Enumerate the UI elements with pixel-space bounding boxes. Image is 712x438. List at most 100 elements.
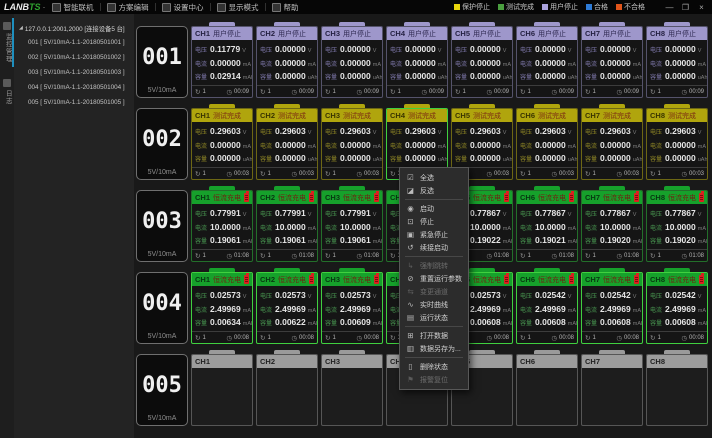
channel-001-ch6[interactable]: CH6用户停止电压0.00000V电流0.00000mA容量0.00000uAh…: [516, 22, 578, 98]
channel-003-ch1[interactable]: CH1恒流充电电压0.77991V电流10.0000mA容量0.19061mAh…: [191, 186, 253, 262]
menu-plan-editor[interactable]: 方案编辑: [107, 2, 149, 13]
capacity-value: 0.00000: [600, 153, 631, 163]
tree-item-001[interactable]: 001 [ 5V/10mA-1.1-20180501001 ]: [14, 35, 134, 50]
current-unit: mA: [243, 62, 251, 68]
channel-001-ch3[interactable]: CH3用户停止电压0.00000V电流0.00000mA容量0.00000uAh…: [321, 22, 383, 98]
tree-root-node[interactable]: ◢ 127.0.0.1:2001,2000 [连接设备5 台]: [14, 21, 134, 35]
channel-card: CH3用户停止电压0.00000V电流0.00000mA容量0.00000uAh…: [321, 26, 383, 98]
menu-item-select-all[interactable]: ☑全选: [400, 171, 468, 184]
channel-004-ch3[interactable]: CH3恒流充电电压0.02573V电流2.49969mA容量0.00609mAh…: [321, 268, 383, 344]
restore-button[interactable]: ❐: [679, 2, 692, 13]
capacity-value: 0.19061: [340, 235, 371, 245]
channel-header: CH1恒流充电: [192, 273, 252, 286]
channel-002-ch7[interactable]: CH7测试完成电压0.29603V电流0.00000mA容量0.00000uAh…: [581, 104, 643, 180]
menu-item-open-data[interactable]: ⊞打开数据: [400, 329, 468, 342]
capacity-unit: uAh: [438, 75, 448, 81]
channel-003-ch2[interactable]: CH2恒流充电电压0.77991V电流10.0000mA容量0.19061mAh…: [256, 186, 318, 262]
elapsed-time: 00:09: [429, 89, 444, 95]
channel-header: CH8用户停止: [647, 27, 707, 40]
voltage-value: 0.00000: [665, 44, 696, 54]
channel-002-ch8[interactable]: CH8测试完成电压0.29603V电流0.00000mA容量0.00000uAh…: [646, 104, 708, 180]
channel-001-ch4[interactable]: CH4用户停止电压0.00000V电流0.00000mA容量0.00000uAh…: [386, 22, 448, 98]
channel-002-ch2[interactable]: CH2测试完成电压0.29603V电流0.00000mA容量0.00000uAh…: [256, 104, 318, 180]
device-display-003[interactable]: 0035V/10mA: [136, 190, 188, 262]
menu-display-mode[interactable]: 显示模式: [217, 2, 259, 13]
menu-settings-center[interactable]: 设置中心: [162, 2, 204, 13]
device-display-002[interactable]: 0025V/10mA: [136, 108, 188, 180]
channel-003-ch8[interactable]: CH8恒流充电电压0.77867V电流10.0000mA容量0.19020mAh…: [646, 186, 708, 262]
channel-002-ch1[interactable]: CH1测试完成电压0.29603V电流0.00000mA容量0.00000uAh…: [191, 104, 253, 180]
channel-001-ch2[interactable]: CH2用户停止电压0.00000V电流0.00000mA容量0.00000uAh…: [256, 22, 318, 98]
channel-005-ch8[interactable]: CH8: [646, 350, 708, 426]
channel-003-ch3[interactable]: CH3恒流充电电压0.77991V电流10.0000mA容量0.19061mAh…: [321, 186, 383, 262]
voltage-unit: V: [633, 130, 637, 136]
menu-item-save-data-as[interactable]: ▥数据另存为...: [400, 342, 468, 355]
device-display-004[interactable]: 0045V/10mA: [136, 272, 188, 344]
channel-005-ch2[interactable]: CH2: [256, 350, 318, 426]
channel-005-ch3[interactable]: CH3: [321, 350, 383, 426]
menu-item-run-status[interactable]: ▤运行状态: [400, 311, 468, 324]
channel-values: 电压0.11779V电流0.00000mA容量0.02914mAh: [192, 40, 252, 85]
channel-004-ch7[interactable]: CH7恒流充电电压0.02542V电流2.49969mA容量0.00608mAh…: [581, 268, 643, 344]
menu-item-realtime-curve[interactable]: ∿实时曲线: [400, 298, 468, 311]
channel-004-ch2[interactable]: CH2恒流充电电压0.02573V电流2.49969mA容量0.00622mAh…: [256, 268, 318, 344]
menu-smart-connect[interactable]: 智能联机: [52, 2, 94, 13]
channel-005-ch1[interactable]: CH1: [191, 350, 253, 426]
clock-icon: ◷: [681, 170, 687, 178]
channel-002-ch3[interactable]: CH3测试完成电压0.29603V电流0.00000mA容量0.00000uAh…: [321, 104, 383, 180]
minimize-button[interactable]: —: [663, 2, 676, 13]
capacity-unit: uAh: [373, 157, 383, 163]
channel-001-ch5[interactable]: CH5用户停止电压0.00000V电流0.00000mA容量0.00000uAh…: [451, 22, 513, 98]
current-unit: mA: [568, 144, 576, 150]
tab-monitor[interactable]: 监控管理: [3, 20, 11, 65]
channel-003-ch7[interactable]: CH7恒流充电电压0.77867V电流10.0000mA容量0.19020mAh…: [581, 186, 643, 262]
device-display-005[interactable]: 0055V/10mA: [136, 354, 188, 426]
menu-item-reset-run-params[interactable]: ⊘重置运行参数: [400, 272, 468, 285]
current-row: 电流0.00000mA: [260, 58, 314, 68]
capacity-value: 0.00000: [535, 71, 566, 81]
tree-item-005[interactable]: 005 [ 5V/10mA-1.1-20180501005 ]: [14, 95, 134, 110]
menu-item-emergency-stop[interactable]: ▣紧急停止: [400, 228, 468, 241]
menu-item-start[interactable]: ◉启动: [400, 202, 468, 215]
capacity-label: 容量: [195, 236, 208, 245]
current-value: 0.00000: [210, 140, 241, 150]
channel-values: 电压0.02542V电流2.49969mA容量0.00608mAh: [517, 286, 577, 331]
capacity-value: 0.00608: [535, 317, 566, 327]
tab-log[interactable]: 日志: [3, 77, 11, 107]
elapsed-time: 00:09: [624, 89, 639, 95]
menu-item-invert-select[interactable]: ◪反选: [400, 184, 468, 197]
channel-005-ch6[interactable]: CH6: [516, 350, 578, 426]
menu-item-delete-status[interactable]: ▯删除状态: [400, 360, 468, 373]
fail-swatch: [616, 4, 622, 10]
current-row: 电流0.00000mA: [650, 140, 704, 150]
current-unit: mA: [243, 226, 251, 232]
tree-item-002[interactable]: 002 [ 5V/10mA-1.1-20180501002 ]: [14, 50, 134, 65]
channel-004-ch1[interactable]: CH1恒流充电电压0.02573V电流2.49969mA容量0.00634mAh…: [191, 268, 253, 344]
tree-item-003[interactable]: 003 [ 5V/10mA-1.1-20180501003 ]: [14, 65, 134, 80]
channel-card: CH2测试完成电压0.29603V电流0.00000mA容量0.00000uAh…: [256, 108, 318, 180]
channel-004-ch6[interactable]: CH6恒流充电电压0.02542V电流2.49969mA容量0.00608mAh…: [516, 268, 578, 344]
device-display-001[interactable]: 0015V/10mA: [136, 26, 188, 98]
channel-002-ch6[interactable]: CH6测试完成电压0.29603V电流0.00000mA容量0.00000uAh…: [516, 104, 578, 180]
tree-item-004[interactable]: 004 [ 5V/10mA-1.1-20180501004 ]: [14, 80, 134, 95]
menu-help[interactable]: 帮助: [272, 2, 299, 13]
voltage-value: 0.00000: [340, 44, 371, 54]
channel-values: 电压0.02542V电流2.49969mA容量0.00608mAh: [647, 286, 707, 331]
menu-item-change-channel: ⇆变更通道: [400, 285, 468, 298]
capacity-value: 0.00634: [210, 317, 241, 327]
channel-001-ch1[interactable]: CH1用户停止电压0.11779V电流0.00000mA容量0.02914mAh…: [191, 22, 253, 98]
close-button[interactable]: ×: [695, 2, 708, 13]
channel-001-ch8[interactable]: CH8用户停止电压0.00000V电流0.00000mA容量0.00000uAh…: [646, 22, 708, 98]
menu-item-resume-start[interactable]: ↺续接启动: [400, 241, 468, 254]
channel-004-ch8[interactable]: CH8恒流充电电压0.02542V电流2.49969mA容量0.00608mAh…: [646, 268, 708, 344]
capacity-row: 容量0.19020mAh: [585, 235, 639, 245]
channel-005-ch7[interactable]: CH7: [581, 350, 643, 426]
channel-001-ch7[interactable]: CH7用户停止电压0.00000V电流0.00000mA容量0.00000uAh…: [581, 22, 643, 98]
channel-name: CH7: [585, 357, 600, 366]
channel-003-ch6[interactable]: CH6恒流充电电压0.77867V电流10.0000mA容量0.19021mAh…: [516, 186, 578, 262]
menu-item-stop[interactable]: ⊡停止: [400, 215, 468, 228]
voltage-row: 电压0.00000V: [325, 44, 379, 54]
current-row: 电流2.49969mA: [325, 304, 379, 314]
channel-footer: ↻1◷00:09: [192, 85, 252, 97]
cycle-count: 1: [332, 89, 335, 95]
